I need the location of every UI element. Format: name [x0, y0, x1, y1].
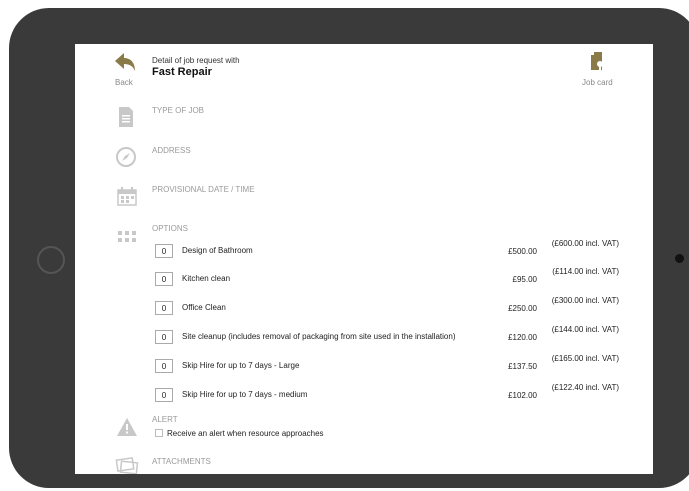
option-name: Skip Hire for up to 7 days - Large — [182, 361, 300, 370]
quantity-input[interactable]: 0 — [155, 272, 173, 286]
app-screen: Back Detail of job request with Fast Rep… — [75, 44, 653, 474]
option-price: £120.00 — [508, 332, 537, 342]
back-button[interactable]: Back — [111, 52, 139, 88]
quantity-input[interactable]: 0 — [155, 244, 173, 258]
option-name: Design of Bathroom — [182, 246, 253, 255]
tablet-frame: Back Detail of job request with Fast Rep… — [9, 8, 689, 488]
compass-icon — [116, 147, 136, 167]
option-name: Site cleanup (includes removal of packag… — [182, 332, 456, 341]
job-card-label: Job card — [582, 78, 613, 87]
page-title: Fast Repair — [152, 66, 212, 78]
option-price: £250.00 — [508, 303, 537, 313]
grid-icon — [118, 231, 136, 242]
back-arrow-icon — [115, 53, 135, 71]
options-label: OPTIONS — [152, 224, 189, 233]
option-row: 0 Skip Hire for up to 7 days - medium £1… — [155, 383, 625, 407]
option-name: Office Clean — [182, 303, 226, 312]
quantity-input[interactable]: 0 — [155, 330, 173, 344]
option-row: 0 Skip Hire for up to 7 days - Large £13… — [155, 354, 625, 378]
attachment-icon — [115, 457, 139, 474]
option-price: £102.00 — [508, 390, 537, 400]
option-row: 0 Office Clean £250.00 (£300.00 incl. VA… — [155, 296, 625, 320]
alert-checkbox-label: Receive an alert when resource approache… — [167, 429, 324, 438]
quantity-input[interactable]: 0 — [155, 359, 173, 373]
option-price: £500.00 — [508, 246, 537, 256]
quantity-input[interactable]: 0 — [155, 301, 173, 315]
option-vat-price: (£300.00 incl. VAT) — [551, 296, 619, 305]
option-name: Skip Hire for up to 7 days - medium — [182, 390, 308, 399]
header-subtitle: Detail of job request with — [152, 56, 240, 65]
option-row: 0 Kitchen clean £95.00 (£114.00 incl. VA… — [155, 267, 625, 291]
camera-dot — [675, 254, 684, 263]
option-vat-price: (£122.40 incl. VAT) — [551, 383, 619, 392]
option-row: 0 Design of Bathroom £500.00 (£600.00 in… — [155, 239, 625, 263]
address-label: ADDRESS — [152, 146, 191, 155]
back-label: Back — [115, 78, 133, 87]
option-price: £95.00 — [512, 274, 537, 284]
option-name: Kitchen clean — [182, 274, 231, 283]
attachments-label: ATTACHMENTS — [152, 457, 211, 466]
alert-label: ALERT — [152, 415, 178, 424]
option-vat-price: (£165.00 incl. VAT) — [551, 354, 619, 363]
job-card-icon — [591, 52, 603, 71]
option-vat-price: (£144.00 incl. VAT) — [551, 325, 619, 334]
document-icon — [119, 107, 133, 127]
type-of-job-label: TYPE OF JOB — [152, 106, 205, 115]
option-row: 0 Site cleanup (includes removal of pack… — [155, 325, 625, 349]
option-vat-price: (£114.00 incl. VAT) — [552, 267, 619, 276]
home-button[interactable] — [37, 246, 65, 274]
option-price: £137.50 — [508, 361, 537, 371]
alert-checkbox[interactable] — [155, 429, 163, 437]
quantity-input[interactable]: 0 — [155, 388, 173, 402]
warning-icon — [117, 418, 137, 436]
job-card-button[interactable]: Job card — [575, 52, 620, 88]
option-vat-price: (£600.00 incl. VAT) — [551, 239, 619, 248]
provisional-date-label: PROVISIONAL DATE / TIME — [152, 185, 255, 194]
calendar-icon — [117, 187, 137, 206]
